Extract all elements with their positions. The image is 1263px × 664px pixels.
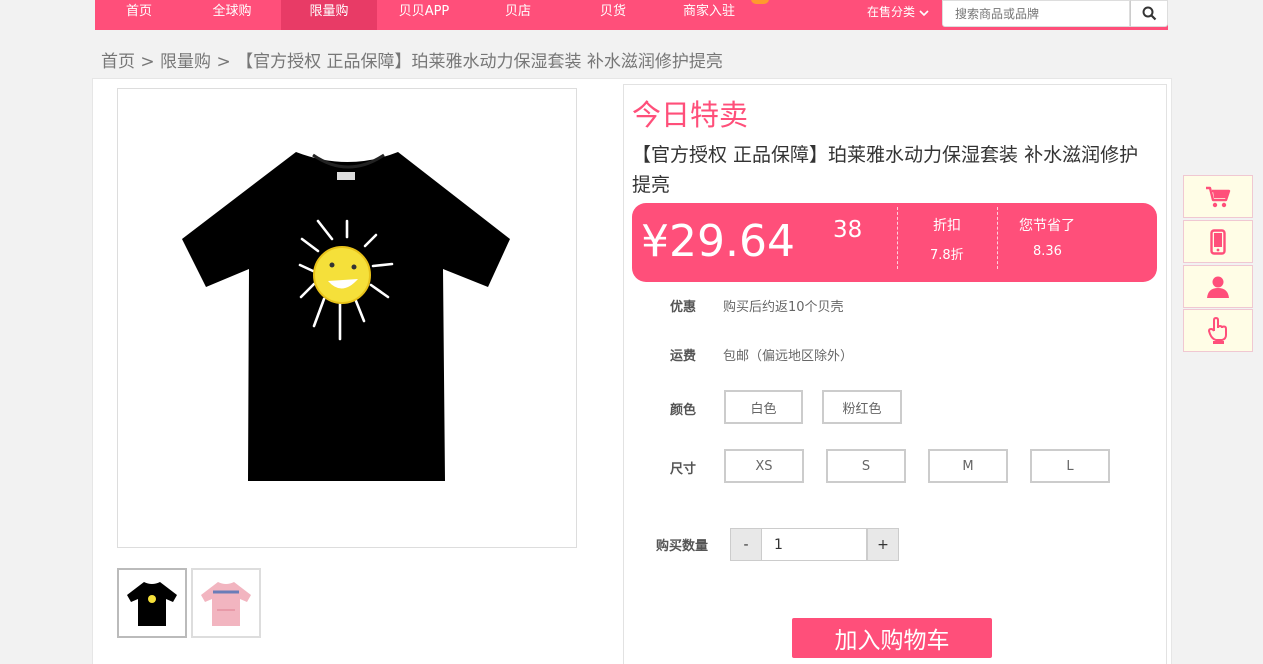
original-price: 38 bbox=[833, 217, 863, 243]
breadcrumb: 首页 > 限量购 > 【官方授权 正品保障】珀莱雅水动力保湿套装 补水滋润修护提… bbox=[101, 52, 723, 72]
shipping-value: 包邮（偏远地区除外） bbox=[723, 349, 854, 364]
top-bar: 首页 全球购 限量购 贝贝APP 贝店 贝货 商家入驻 在售分类 bbox=[0, 0, 1263, 30]
quantity-increase-button[interactable]: + bbox=[867, 528, 899, 561]
tshirt-image bbox=[182, 152, 510, 481]
nav-item-shop[interactable]: 贝店 bbox=[471, 0, 565, 30]
product-title: 【官方授权 正品保障】珀莱雅水动力保湿套装 补水滋润修护提亮 bbox=[632, 144, 1139, 196]
search-button[interactable] bbox=[1130, 0, 1168, 27]
current-price: ¥29.64 bbox=[641, 216, 795, 267]
discount-label: 折扣 bbox=[933, 218, 961, 234]
nav-item-app[interactable]: 贝贝APP bbox=[377, 0, 471, 30]
color-label: 颜色 bbox=[670, 403, 697, 418]
saved-value: 8.36 bbox=[1033, 244, 1062, 259]
side-cart-button[interactable] bbox=[1183, 175, 1253, 218]
discount-value: 7.8折 bbox=[930, 248, 964, 263]
size-label: 尺寸 bbox=[670, 462, 697, 477]
size-option-xs[interactable]: XS bbox=[724, 449, 804, 483]
quantity-input[interactable] bbox=[761, 528, 867, 561]
search-input[interactable] bbox=[942, 0, 1130, 27]
hand-pointer-icon bbox=[1207, 316, 1227, 344]
category-dropdown[interactable]: 在售分类 bbox=[867, 0, 929, 30]
tshirt-thumb-black bbox=[127, 582, 177, 626]
tshirt-thumb-pink bbox=[201, 582, 251, 626]
side-feedback-button[interactable] bbox=[1183, 309, 1253, 352]
size-option-l[interactable]: L bbox=[1030, 449, 1110, 483]
nav-item-goods[interactable]: 贝货 bbox=[565, 0, 661, 30]
promo-label: 优惠 bbox=[670, 300, 697, 315]
color-option-white[interactable]: 白色 bbox=[724, 390, 803, 424]
color-option-pink[interactable]: 粉红色 bbox=[822, 390, 902, 424]
main-product-image bbox=[117, 88, 577, 548]
price-box: ¥29.64 38 折扣 7.8折 您节省了 8.36 bbox=[632, 203, 1157, 282]
promo-value: 购买后约返10个贝壳 bbox=[723, 300, 844, 315]
nav-item-home[interactable]: 首页 bbox=[95, 0, 183, 30]
side-user-button[interactable] bbox=[1183, 265, 1253, 308]
saved-label: 您节省了 bbox=[1019, 218, 1075, 234]
quantity-decrease-button[interactable]: - bbox=[730, 528, 762, 561]
phone-icon bbox=[1210, 228, 1226, 255]
category-label: 在售分类 bbox=[867, 5, 916, 19]
add-to-cart-button[interactable]: 加入购物车 bbox=[792, 618, 992, 658]
chevron-down-icon bbox=[919, 9, 929, 16]
nav-item-merchant[interactable]: 商家入驻 bbox=[661, 0, 757, 30]
shipping-label: 运费 bbox=[670, 349, 697, 364]
price-divider bbox=[997, 207, 998, 269]
new-badge-dot bbox=[751, 0, 769, 4]
cart-icon bbox=[1206, 186, 1231, 207]
search-icon bbox=[1142, 6, 1156, 21]
size-option-m[interactable]: M bbox=[928, 449, 1008, 483]
price-divider bbox=[897, 207, 898, 269]
thumbnail-black-tshirt[interactable] bbox=[117, 568, 187, 638]
size-option-s[interactable]: S bbox=[826, 449, 906, 483]
flash-sale-label: 今日特卖 bbox=[632, 98, 749, 132]
thumbnail-pink-tshirt[interactable] bbox=[191, 568, 261, 638]
nav-item-limited[interactable]: 限量购 bbox=[281, 0, 377, 30]
quantity-label: 购买数量 bbox=[656, 539, 709, 554]
side-app-button[interactable] bbox=[1183, 220, 1253, 263]
user-icon bbox=[1207, 276, 1229, 298]
nav-item-global[interactable]: 全球购 bbox=[183, 0, 281, 30]
